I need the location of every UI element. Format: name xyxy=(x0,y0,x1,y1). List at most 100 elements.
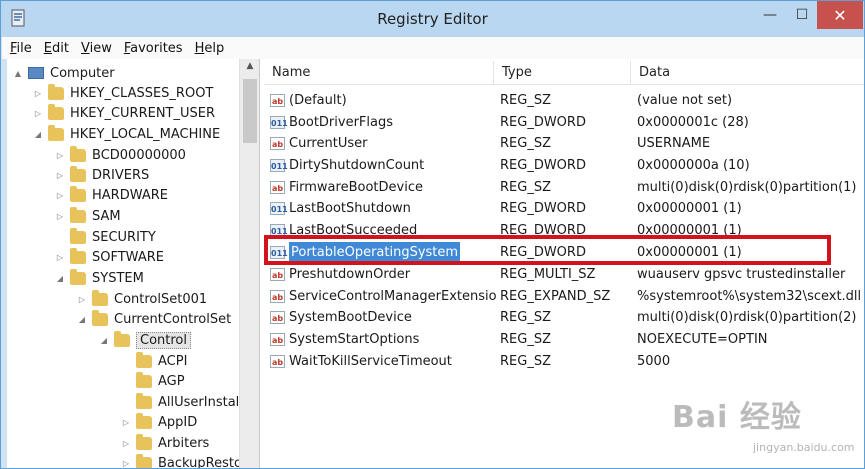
expand-icon[interactable]: ▷ xyxy=(121,418,131,427)
tree-node-hkey-local-machine[interactable]: ◢ HKEY_LOCAL_MACHINE xyxy=(33,124,220,144)
watermark-url: jingyan.baidu.com xyxy=(753,441,855,454)
tree-node-label: DRIVERS xyxy=(92,167,150,183)
tree-node-label: AppID xyxy=(158,414,198,430)
expand-icon[interactable]: ▷ xyxy=(55,171,65,180)
expand-icon[interactable]: ▷ xyxy=(55,212,65,221)
value-type: REG_SZ xyxy=(500,354,551,369)
value-type: REG_MULTI_SZ xyxy=(500,267,596,282)
menu-help[interactable]: Help xyxy=(195,41,225,56)
table-row[interactable]: 011 LastBootShutdown REG_DWORD 0x00000001… xyxy=(264,198,864,219)
value-name: (Default) xyxy=(289,93,347,108)
tree-node-security[interactable]: SECURITY xyxy=(55,227,156,247)
collapse-icon[interactable]: ◢ xyxy=(99,336,109,345)
value-type: REG_SZ xyxy=(500,136,551,151)
tree-node-agp[interactable]: AGP xyxy=(121,371,185,391)
tree-node-sam[interactable]: ▷ SAM xyxy=(55,206,121,226)
value-type: REG_DWORD xyxy=(500,158,586,173)
menu-file[interactable]: File xyxy=(10,41,32,56)
table-row-selected[interactable]: 011 PortableOperatingSystem REG_DWORD 0x0… xyxy=(264,242,864,263)
tree-node-drivers[interactable]: ▷ DRIVERS xyxy=(55,165,149,185)
tree-node-arbiters[interactable]: ▷ Arbiters xyxy=(121,433,209,453)
collapse-icon[interactable]: ▲ xyxy=(13,69,23,78)
expand-icon[interactable]: ▷ xyxy=(33,109,43,118)
column-header-type[interactable]: Type xyxy=(494,61,631,85)
collapse-icon[interactable]: ◢ xyxy=(55,274,65,283)
tree-node-label: BackupResto xyxy=(158,455,242,469)
column-header-name[interactable]: Name xyxy=(264,61,494,85)
tree-node-hkey-classes-root[interactable]: ▷ HKEY_CLASSES_ROOT xyxy=(33,83,213,103)
table-row[interactable]: 011 DirtyShutdownCount REG_DWORD 0x000000… xyxy=(264,155,864,176)
folder-icon xyxy=(70,145,86,162)
collapse-icon[interactable]: ◢ xyxy=(77,315,87,324)
scroll-thumb[interactable] xyxy=(243,79,257,143)
folder-icon xyxy=(70,247,86,264)
folder-icon xyxy=(48,124,64,141)
folder-icon xyxy=(70,268,86,285)
value-name: SystemBootDevice xyxy=(289,310,412,325)
maximize-button[interactable]: ☐ xyxy=(787,1,817,29)
value-name: PreshutdownOrder xyxy=(289,267,411,282)
menu-view[interactable]: View xyxy=(81,41,112,56)
expand-icon[interactable]: ▷ xyxy=(77,295,87,304)
table-row[interactable]: ab SystemBootDevice REG_SZ multi(0)disk(0… xyxy=(264,307,864,328)
table-row[interactable]: 011 BootDriverFlags REG_DWORD 0x0000001c … xyxy=(264,112,864,133)
tree-node-computer[interactable]: ▲ Computer xyxy=(13,63,115,83)
table-row[interactable]: ab ServiceControlManagerExtension REG_EXP… xyxy=(264,286,864,307)
value-data: 0x00000001 (1) xyxy=(637,223,742,238)
tree-node-controlset001[interactable]: ▷ ControlSet001 xyxy=(77,289,207,309)
tree-node-hkey-current-user[interactable]: ▷ HKEY_CURRENT_USER xyxy=(33,103,215,123)
watermark-logo: Bai 经验 xyxy=(672,400,802,435)
string-value-icon: ab xyxy=(270,268,285,281)
tree-node-system[interactable]: ◢ SYSTEM xyxy=(55,268,144,288)
tree-scrollbar[interactable]: ▲ xyxy=(239,59,259,468)
menu-edit[interactable]: Edit xyxy=(44,41,69,56)
tree-node-alluserinstall[interactable]: AllUserInstal xyxy=(121,392,239,412)
value-data: %systemroot%\system32\scext.dll xyxy=(637,289,862,304)
tree-node-appid[interactable]: ▷ AppID xyxy=(121,412,197,432)
tree-node-label: HARDWARE xyxy=(92,187,168,203)
expand-icon[interactable]: ▷ xyxy=(33,89,43,98)
folder-icon xyxy=(48,103,64,120)
table-row[interactable]: ab WaitToKillServiceTimeout REG_SZ 5000 xyxy=(264,351,864,372)
value-data: 0x0000001c (28) xyxy=(637,115,749,130)
expand-icon[interactable]: ▷ xyxy=(55,253,65,262)
table-row[interactable]: ab PreshutdownOrder REG_MULTI_SZ wuauserv… xyxy=(264,264,864,285)
value-type: REG_DWORD xyxy=(500,201,586,216)
expand-icon[interactable]: ▷ xyxy=(121,439,131,448)
table-row[interactable]: ab SystemStartOptions REG_SZ NOEXECUTE=OP… xyxy=(264,329,864,350)
tree-node-acpi[interactable]: ACPI xyxy=(121,351,187,371)
expand-icon[interactable]: ▷ xyxy=(55,191,65,200)
string-value-icon: ab xyxy=(270,181,285,194)
table-row[interactable]: ab CurrentUser REG_SZ USERNAME xyxy=(264,133,864,154)
tree-node-label: SOFTWARE xyxy=(92,249,164,265)
binary-value-icon: 011 xyxy=(270,224,288,237)
table-row[interactable]: ab FirmwareBootDevice REG_SZ multi(0)disk… xyxy=(264,177,864,198)
expand-icon[interactable]: ▷ xyxy=(55,151,65,160)
value-data: (value not set) xyxy=(637,93,733,108)
value-data: 0x0000000a (10) xyxy=(637,158,750,173)
tree-node-software[interactable]: ▷ SOFTWARE xyxy=(55,247,164,267)
value-name: WaitToKillServiceTimeout xyxy=(289,354,452,369)
menu-favorites[interactable]: Favorites xyxy=(124,41,183,56)
scroll-up-arrow-icon[interactable]: ▲ xyxy=(240,61,259,71)
folder-icon xyxy=(70,206,86,223)
tree-node-label: Control xyxy=(136,331,191,349)
tree-node-hardware[interactable]: ▷ HARDWARE xyxy=(55,185,168,205)
folder-icon xyxy=(114,330,130,347)
tree-node-control[interactable]: ◢ Control xyxy=(99,330,191,350)
table-row[interactable]: 011 LastBootSucceeded REG_DWORD 0x0000000… xyxy=(264,220,864,241)
tree-node-bcd[interactable]: ▷ BCD00000000 xyxy=(55,145,186,165)
title-bar[interactable]: Registry Editor — ☐ ✕ xyxy=(1,1,864,37)
minimize-button[interactable]: — xyxy=(753,1,787,29)
table-row[interactable]: ab (Default) REG_SZ (value not set) xyxy=(264,90,864,111)
value-name: DirtyShutdownCount xyxy=(289,158,425,173)
collapse-icon[interactable]: ◢ xyxy=(33,130,43,139)
close-button[interactable]: ✕ xyxy=(817,1,863,29)
tree-node-currentcontrolset[interactable]: ◢ CurrentControlSet xyxy=(77,309,231,329)
tree-node-label: SAM xyxy=(92,208,121,224)
folder-icon xyxy=(136,351,152,368)
expand-icon[interactable]: ▷ xyxy=(121,459,131,468)
registry-tree: ▲ Computer ▷ HKEY_CLASSES_ROOT ▷ HKEY_CU… xyxy=(7,59,260,468)
tree-node-backuprestore[interactable]: ▷ BackupResto xyxy=(121,453,242,468)
column-header-data[interactable]: Data xyxy=(631,61,864,85)
